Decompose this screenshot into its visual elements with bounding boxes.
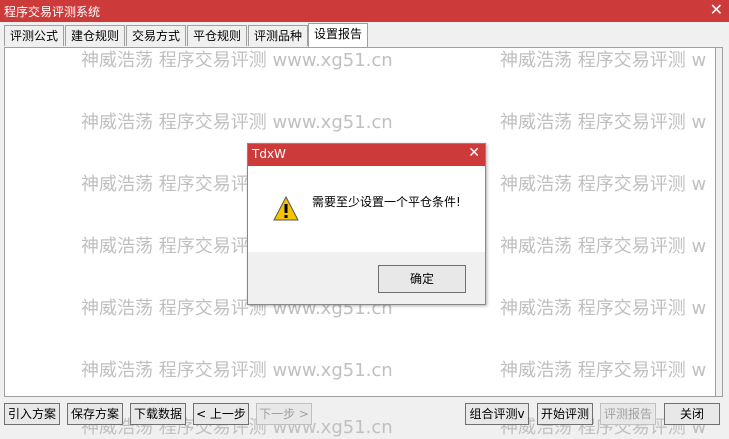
window-title: 程序交易评测系统 [4,5,101,19]
save-scheme-button[interactable]: 保存方案 [67,403,123,425]
import-scheme-button[interactable]: 引入方案 [4,403,60,425]
combo-evaluate-button[interactable]: 组合评测v [465,403,529,425]
vertical-scrollbar[interactable] [715,48,722,396]
tab-report-settings[interactable]: 设置报告 [308,23,368,47]
start-evaluate-button[interactable]: 开始评测 [537,403,593,425]
dialog-message: 需要至少设置一个平仓条件! [312,195,461,209]
evaluate-report-button: 评测报告 [600,403,656,425]
dialog-close-icon[interactable]: ✕ [468,145,480,161]
ok-button[interactable]: 确定 [378,265,466,293]
download-data-button[interactable]: 下载数据 [130,403,186,425]
alert-dialog: TdxW ✕ 需要至少设置一个平仓条件! 确定 [247,143,486,305]
tab-open-rules[interactable]: 建仓规则 [65,25,125,46]
title-bar: 程序交易评测系统 ✕ [0,0,729,22]
tab-close-rules[interactable]: 平仓规则 [187,25,247,46]
tab-instruments[interactable]: 评测品种 [248,25,308,46]
dialog-title: TdxW [252,147,286,161]
window-close-icon[interactable]: ✕ [710,1,723,19]
next-step-button: 下一步 > [256,403,312,425]
close-button[interactable]: 关闭 [664,403,720,425]
warning-icon [273,196,299,221]
prev-step-button[interactable]: < 上一步 [193,403,249,425]
dialog-title-bar: TdxW ✕ [248,144,485,166]
tab-trade-mode[interactable]: 交易方式 [126,25,186,46]
tab-formula[interactable]: 评测公式 [4,25,64,46]
